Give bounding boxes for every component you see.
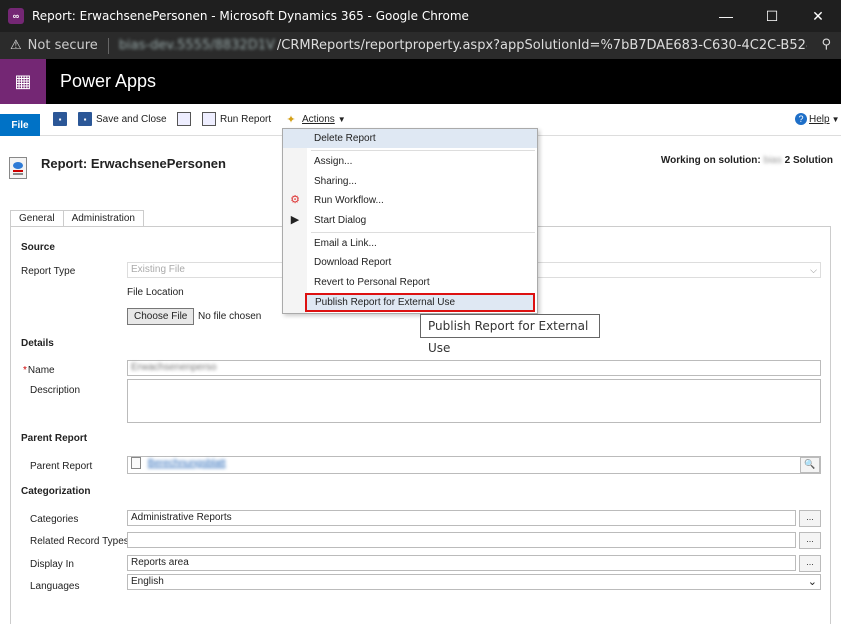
solution-name-blurred: bias <box>763 155 782 166</box>
solution-indicator: Working on solution: bias 2 Solution <box>661 155 833 166</box>
app-brand[interactable]: Power Apps <box>60 71 156 92</box>
solution-label: Working on solution: <box>660 155 761 166</box>
menu-item-email-link[interactable]: Email a Link... <box>283 234 537 253</box>
parent-report-lookup[interactable]: Berechnungsblatt <box>127 456 821 474</box>
chevron-down-icon: ⌄ <box>807 576 817 588</box>
menu-item-assign[interactable]: Assign... <box>283 152 537 171</box>
save-button[interactable]: ▪ <box>53 110 71 128</box>
menu-item-revert-personal[interactable]: Revert to Personal Report <box>283 273 537 292</box>
save-and-close-label: Save and Close <box>96 113 167 125</box>
page-title: Report: ErwachsenePersonen <box>41 156 226 171</box>
parent-report-label: Parent Report <box>30 461 93 472</box>
actions-icon: ✦ <box>286 113 296 126</box>
menu-item-run-workflow[interactable]: Run Workflow... <box>283 191 537 210</box>
form-tabs: General Administration <box>10 210 144 227</box>
window-title-bar: ∞ Report: ErwachsenePersonen - Microsoft… <box>0 0 841 32</box>
required-marker: * <box>23 365 27 376</box>
languages-label: Languages <box>30 581 80 592</box>
url-path[interactable]: /CRMReports/reportproperty.aspx?appSolut… <box>277 38 807 53</box>
section-parent-report: Parent Report <box>21 433 88 444</box>
menu-item-sharing[interactable]: Sharing... <box>283 172 537 191</box>
menu-item-publish-external[interactable]: Publish Report for External Use <box>305 293 535 312</box>
url-host[interactable]: bias-dev.5555/8832D1V <box>119 38 275 53</box>
window-title: Report: ErwachsenePersonen - Microsoft D… <box>32 9 469 23</box>
actions-label: Actions <box>302 113 335 125</box>
display-in-label: Display In <box>30 559 74 570</box>
report-type-label: Report Type <box>21 266 76 277</box>
help-icon: ? <box>795 113 807 125</box>
report-icon <box>131 457 141 470</box>
categories-ellipsis-button[interactable]: ... <box>799 510 821 527</box>
actions-button[interactable]: ✦ Actions ▼ <box>284 110 346 128</box>
file-location-label: File Location <box>127 287 184 298</box>
menu-item-download-report[interactable]: Download Report <box>283 253 537 272</box>
tooltip: Publish Report for External Use <box>420 314 600 355</box>
save-icon: ▪ <box>53 112 67 126</box>
help-label: Help <box>809 113 830 125</box>
close-icon[interactable]: ✕ <box>795 0 841 32</box>
lookup-search-icon[interactable]: 🔍 <box>800 457 820 473</box>
save-and-close-button[interactable]: ▪ Save and Close <box>78 110 167 128</box>
app-launcher-icon[interactable]: ▦ <box>0 59 46 104</box>
run-report-button[interactable]: Run Report <box>202 110 271 128</box>
file-button[interactable]: File <box>0 114 40 136</box>
name-value: Erwachsenenperso <box>131 362 217 373</box>
section-categorization: Categorization <box>21 486 91 497</box>
related-record-types-field[interactable] <box>127 532 796 548</box>
save-close-icon: ▪ <box>78 112 92 126</box>
tab-administration[interactable]: Administration <box>62 210 144 227</box>
address-divider <box>107 37 109 54</box>
solution-suffix: 2 Solution <box>784 155 833 166</box>
search-icon[interactable]: ⚲ <box>821 37 831 52</box>
categories-value: Administrative Reports <box>131 512 232 523</box>
report-type-value: Existing File <box>131 264 185 275</box>
warning-icon[interactable]: ⚠ <box>10 38 22 53</box>
languages-value: English <box>131 576 164 587</box>
display-in-value: Reports area <box>131 557 189 568</box>
section-details: Details <box>21 338 54 349</box>
section-source: Source <box>21 242 55 253</box>
dynamics-app-icon: ∞ <box>8 8 24 24</box>
menu-item-start-dialog[interactable]: Start Dialog <box>283 211 537 230</box>
menu-item-delete-report[interactable]: Delete Report <box>283 129 537 148</box>
no-file-status: No file chosen <box>198 311 262 322</box>
name-label: *Name <box>23 365 55 376</box>
address-bar[interactable]: ⚠ Not secure bias-dev.5555/8832D1V /CRMR… <box>0 32 841 59</box>
chevron-down-icon: ▼ <box>337 114 346 124</box>
display-in-field[interactable]: Reports area <box>127 555 796 571</box>
report-icon <box>9 157 27 179</box>
languages-select[interactable]: English ⌄ <box>127 574 821 590</box>
choose-file-button[interactable]: Choose File <box>127 308 195 325</box>
report-properties-button[interactable] <box>177 110 195 128</box>
chevron-down-icon: ⌵ <box>810 265 817 275</box>
categories-field[interactable]: Administrative Reports <box>127 510 796 526</box>
actions-dropdown-menu: Delete Report Assign... Sharing... ⚙ Run… <box>282 128 538 314</box>
parent-report-link[interactable]: Berechnungsblatt <box>148 458 226 469</box>
description-label: Description <box>30 385 81 396</box>
menu-separator <box>311 150 535 151</box>
related-ellipsis-button[interactable]: ... <box>799 532 821 549</box>
tab-general[interactable]: General <box>10 210 64 227</box>
window-controls: — ☐ ✕ <box>703 0 841 32</box>
chevron-down-icon: ▼ <box>831 114 840 124</box>
run-report-icon <box>202 112 216 126</box>
menu-separator <box>311 232 535 233</box>
security-label[interactable]: Not secure <box>28 38 98 53</box>
categories-label: Categories <box>30 514 79 525</box>
minimize-icon[interactable]: — <box>703 0 749 32</box>
description-textarea[interactable] <box>127 379 821 423</box>
document-icon <box>177 112 191 126</box>
app-header: ▦ Power Apps <box>0 59 841 104</box>
run-report-label: Run Report <box>220 113 272 125</box>
help-button[interactable]: ? Help ▼ <box>795 110 840 128</box>
maximize-icon[interactable]: ☐ <box>749 0 795 32</box>
name-field[interactable]: Erwachsenenperso <box>127 360 821 376</box>
display-in-ellipsis-button[interactable]: ... <box>799 555 821 572</box>
related-record-types-label: Related Record Types <box>30 536 129 547</box>
